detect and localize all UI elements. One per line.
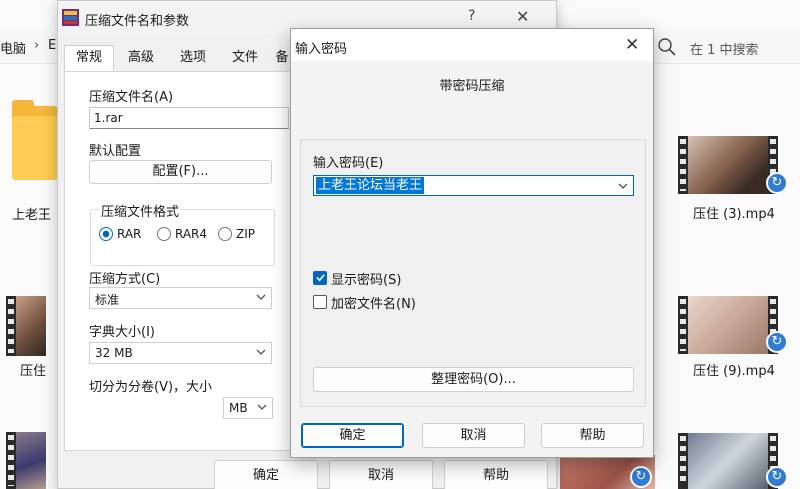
search-box[interactable]: 在 1 中搜索 — [655, 34, 800, 60]
help-button[interactable]: 帮助 — [541, 423, 644, 448]
compression-method-select[interactable]: 标准 — [89, 287, 272, 309]
help-icon[interactable]: ? — [468, 8, 475, 24]
ok-button[interactable]: 确定 — [301, 423, 404, 448]
video-label: 压住 (3).mp4 — [693, 207, 775, 222]
tab-advanced[interactable]: 高级 — [116, 45, 166, 71]
sync-icon: ↻ — [766, 331, 788, 353]
password-dialog-titlebar[interactable]: 输入密码 ✕ — [291, 29, 653, 61]
chevron-down-icon — [256, 294, 266, 300]
archive-format-label: 压缩文件格式 — [99, 201, 182, 220]
password-dialog-heading: 带密码压缩 — [439, 79, 505, 94]
ok-button[interactable]: 确定 — [214, 460, 318, 489]
tab-files[interactable]: 文件 — [220, 45, 270, 71]
show-password-label: 显示密码(S) — [331, 273, 402, 288]
radio-rar4[interactable] — [157, 227, 171, 241]
profiles-button[interactable]: 配置(F)... — [89, 160, 272, 184]
cancel-button[interactable]: 取消 — [422, 423, 525, 448]
video-label: 压住 (9).mp4 — [693, 364, 775, 379]
default-profile-label: 默认配置 — [89, 144, 142, 159]
radio-rar4-label: RAR4 — [175, 227, 208, 241]
password-dialog: 输入密码 ✕ 带密码压缩 输入密码(E) 上老王论坛当老王 显示密码(S) 加密… — [290, 28, 654, 458]
sync-icon: ↻ — [630, 466, 652, 488]
search-placeholder: 在 1 中搜索 — [690, 43, 759, 58]
radio-zip-label: ZIP — [236, 227, 255, 241]
video-thumbnail[interactable] — [678, 433, 778, 489]
close-icon[interactable]: ✕ — [516, 7, 529, 26]
address-path-root[interactable]: 电脑 — [0, 38, 26, 57]
dictionary-size-label: 字典大小(I) — [89, 325, 155, 340]
password-dialog-title: 输入密码 — [295, 42, 348, 57]
winrar-icon — [62, 9, 79, 26]
chevron-right-icon: › — [34, 38, 40, 53]
split-volumes-label: 切分为分卷(V)，大小 — [89, 380, 213, 395]
split-unit-value: MB — [229, 401, 248, 415]
radio-zip[interactable] — [218, 227, 232, 241]
close-icon[interactable]: ✕ — [625, 35, 639, 55]
encrypt-filenames-checkbox[interactable] — [313, 295, 327, 309]
archive-format-group: 压缩文件格式 RAR RAR4 ZIP — [90, 201, 275, 266]
compression-method-label: 压缩方式(C) — [89, 272, 161, 287]
show-password-checkbox[interactable] — [313, 271, 327, 285]
dialog-title: 压缩文件名和参数 — [85, 14, 190, 29]
split-unit-select[interactable]: MB — [223, 397, 273, 419]
cancel-button[interactable]: 取消 — [329, 460, 433, 489]
password-input[interactable]: 上老王论坛当老王 — [313, 175, 634, 196]
compression-method-value: 标准 — [95, 293, 120, 307]
archive-name-label: 压缩文件名(A) — [89, 90, 174, 105]
sync-icon: ↻ — [766, 172, 788, 194]
checkmark-icon — [316, 274, 325, 282]
archive-name-input[interactable]: 1.rar — [89, 107, 289, 129]
video-label: 压住 — [20, 364, 47, 379]
video-thumbnail[interactable] — [6, 296, 56, 356]
folder-label: 上老王 — [12, 208, 52, 223]
sync-icon: ↻ — [766, 466, 788, 488]
chevron-down-icon[interactable] — [617, 180, 629, 192]
chevron-down-icon — [256, 349, 266, 355]
encrypt-filenames-label: 加密文件名(N) — [331, 297, 416, 312]
password-value: 上老王论坛当老王 — [316, 177, 425, 194]
video-thumbnail[interactable] — [6, 432, 56, 489]
video-thumbnail[interactable] — [678, 136, 778, 194]
dialog-button-bar: 确定 取消 帮助 — [58, 456, 556, 489]
dictionary-size-select[interactable]: 32 MB — [89, 342, 272, 364]
password-panel: 输入密码(E) 上老王论坛当老王 显示密码(S) 加密文件名(N) 整理密码(O… — [300, 139, 646, 407]
tab-options[interactable]: 选项 — [168, 45, 218, 71]
help-button[interactable]: 帮助 — [444, 460, 548, 489]
organize-passwords-button[interactable]: 整理密码(O)... — [313, 367, 634, 392]
chevron-down-icon — [257, 404, 267, 410]
search-icon — [658, 38, 676, 56]
folder-icon — [12, 100, 58, 180]
video-thumbnail[interactable] — [678, 296, 778, 354]
radio-rar-label: RAR — [117, 227, 142, 241]
dictionary-size-value: 32 MB — [95, 346, 133, 360]
password-input-label: 输入密码(E) — [313, 156, 384, 171]
radio-rar[interactable] — [99, 227, 113, 241]
tab-general[interactable]: 常规 — [64, 45, 114, 71]
